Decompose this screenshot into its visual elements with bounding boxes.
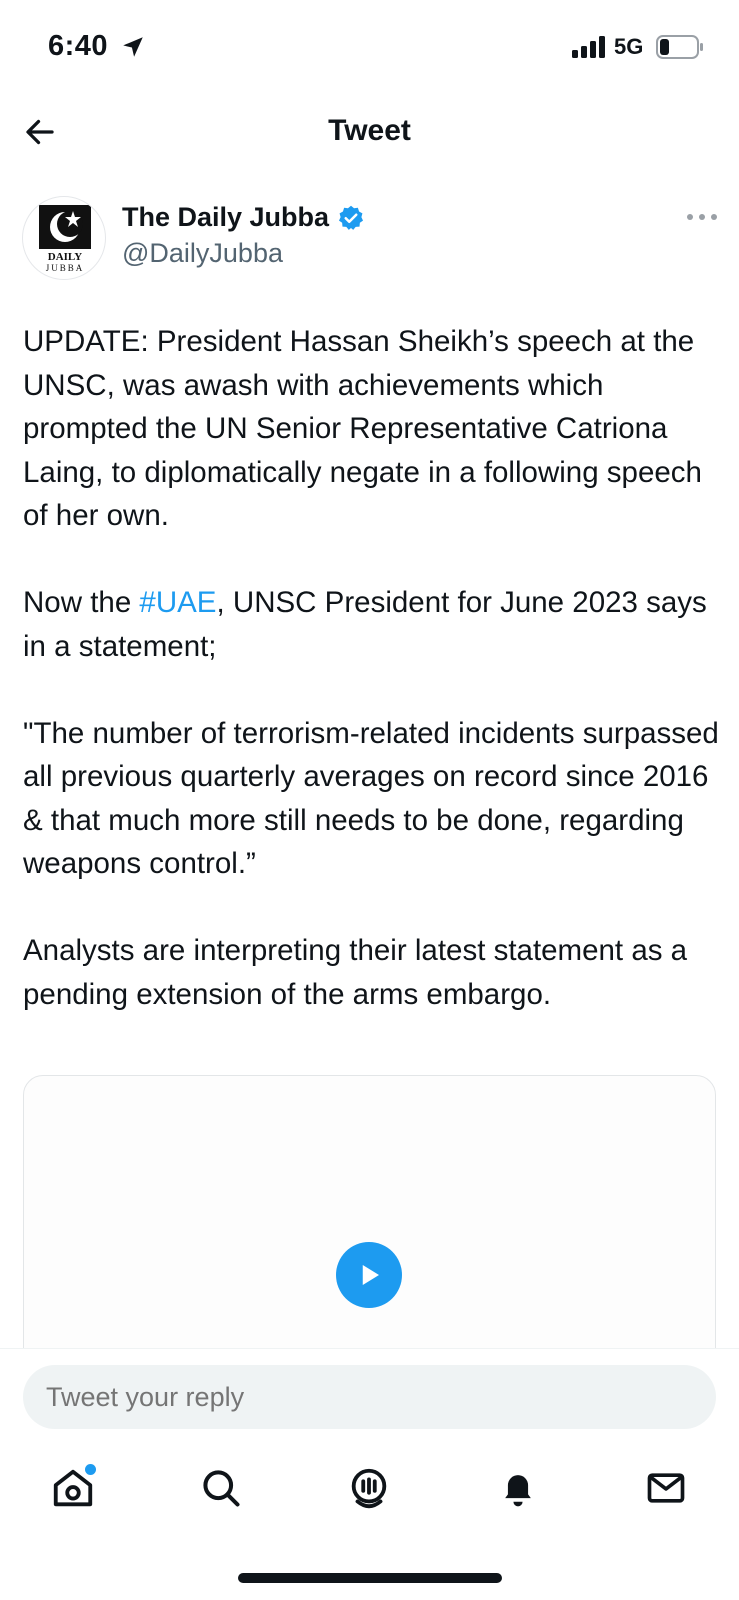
user-handle[interactable]: @DailyJubba	[122, 238, 283, 269]
display-name[interactable]: The Daily Jubba	[122, 202, 329, 233]
page-title: Tweet	[328, 114, 411, 147]
video-media-card[interactable]	[23, 1075, 716, 1375]
network-label: 5G	[614, 34, 644, 59]
location-arrow-icon	[123, 37, 143, 57]
hashtag-link[interactable]: #UAE	[139, 586, 216, 619]
status-time: 6:40	[48, 30, 109, 62]
tweet-paragraph: "The number of terrorism-related inciden…	[23, 716, 719, 881]
verified-badge-icon	[339, 205, 364, 230]
play-icon	[362, 1265, 379, 1285]
header: Tweet	[0, 100, 739, 164]
tweet-paragraph: UPDATE: President Hassan Sheikh’s speech…	[23, 325, 702, 532]
bottom-nav	[0, 1438, 739, 1538]
tweet-text: UPDATE: President Hassan Sheikh’s speech…	[23, 320, 723, 1060]
nav-spaces[interactable]	[341, 1460, 397, 1516]
daily-jubba-logo: DAILY JUBBA	[39, 205, 91, 273]
nav-home[interactable]	[45, 1460, 101, 1516]
signal-bars-icon	[572, 36, 605, 58]
status-bar: 6:40 5G	[0, 0, 739, 90]
svg-text:DAILY: DAILY	[48, 251, 82, 263]
spaces-icon	[351, 1468, 387, 1509]
nav-messages[interactable]	[638, 1460, 694, 1516]
nav-notifications[interactable]	[490, 1460, 546, 1516]
search-icon	[203, 1470, 240, 1507]
play-button[interactable]	[336, 1242, 402, 1308]
avatar[interactable]: DAILY JUBBA	[22, 196, 106, 280]
more-options-icon[interactable]	[680, 202, 724, 232]
tweet-paragraph: Now the #UAE, UNSC President for June 20…	[23, 586, 707, 663]
home-notification-dot	[85, 1464, 96, 1475]
nav-search[interactable]	[193, 1460, 249, 1516]
reply-input[interactable]	[23, 1365, 716, 1429]
notifications-icon	[505, 1475, 531, 1507]
reply-bar	[0, 1348, 739, 1438]
tweet-author: DAILY JUBBA The Daily Jubba @DailyJubba	[22, 196, 722, 286]
svg-text:JUBBA: JUBBA	[46, 263, 85, 273]
home-indicator	[238, 1573, 502, 1583]
battery-icon	[656, 35, 703, 59]
messages-icon	[647, 1473, 685, 1503]
tweet-paragraph: Analysts are interpreting their latest s…	[23, 934, 688, 1011]
